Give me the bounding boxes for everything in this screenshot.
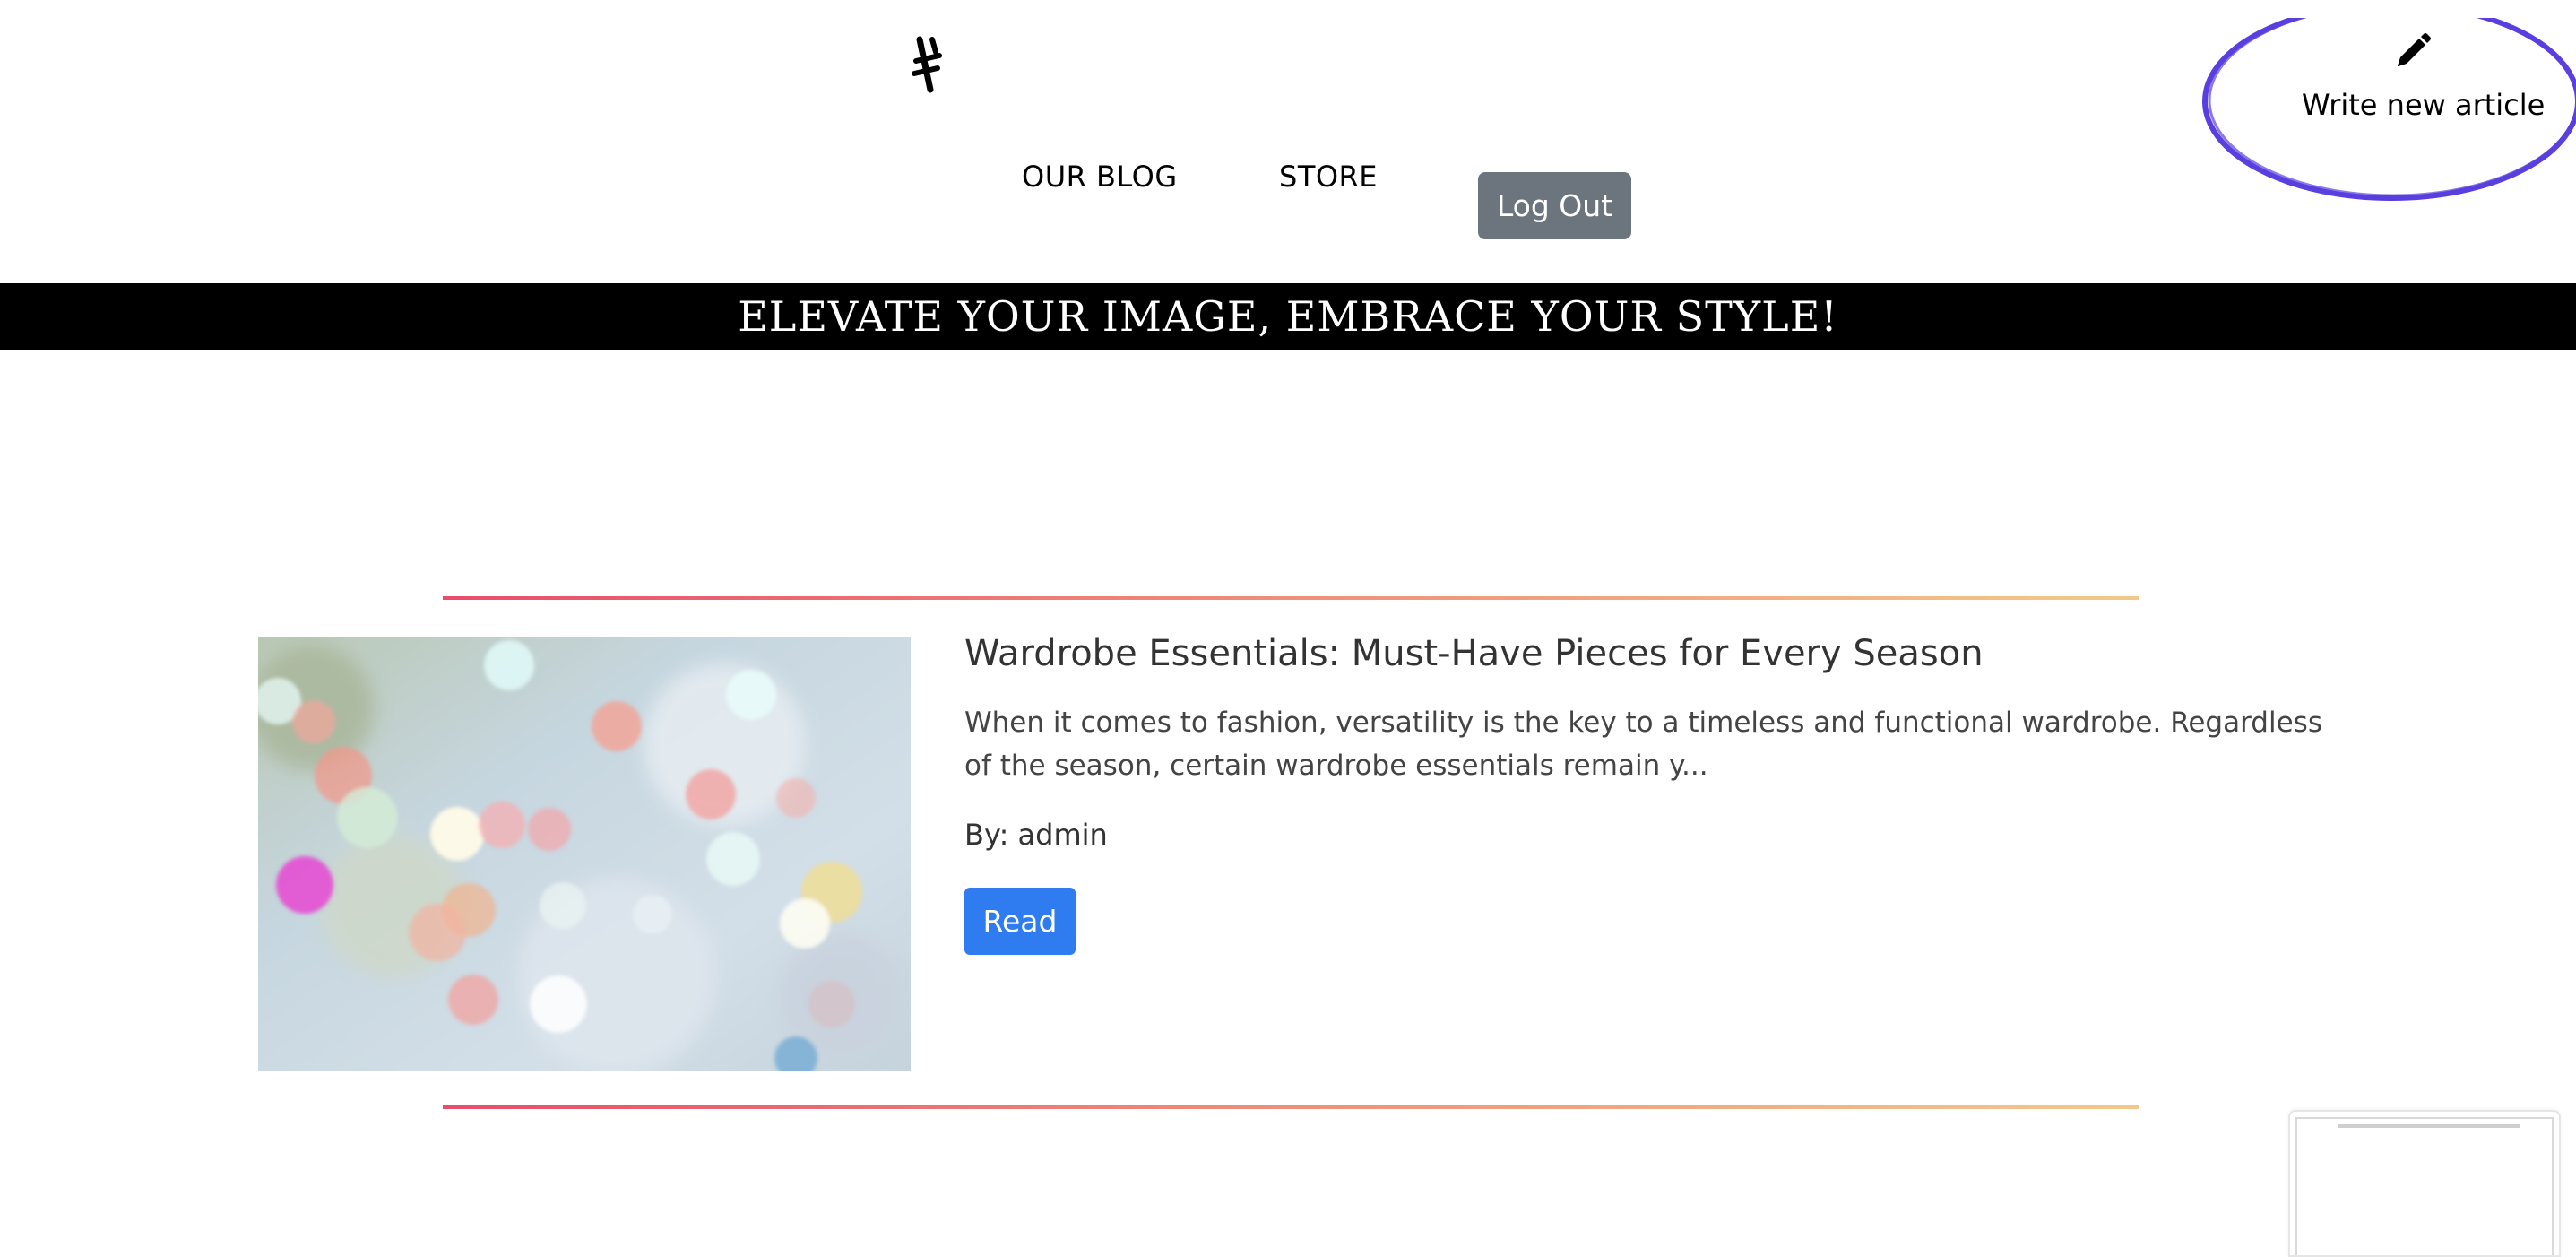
write-new-article-link[interactable]: Write new article xyxy=(2201,18,2576,206)
logout-button[interactable]: Log Out xyxy=(1478,172,1631,239)
read-button[interactable]: Read xyxy=(964,888,1076,955)
write-new-article-label: Write new article xyxy=(2302,88,2546,122)
gradient-divider xyxy=(443,1105,2139,1109)
hash-logo-icon[interactable] xyxy=(907,34,952,97)
article-author: By: admin xyxy=(964,818,1108,852)
pencil-icon xyxy=(2392,30,2433,72)
corner-widget-bar xyxy=(2338,1124,2520,1128)
article-thumbnail[interactable] xyxy=(258,637,911,1071)
nav-our-blog[interactable]: OUR BLOG xyxy=(1022,160,1178,194)
slogan-banner: ELEVATE YOUR IMAGE, EMBRACE YOUR STYLE! xyxy=(0,283,2576,350)
corner-widget-frame xyxy=(2295,1117,2554,1255)
nav-store[interactable]: STORE xyxy=(1279,160,1378,194)
article-title[interactable]: Wardrobe Essentials: Must-Have Pieces fo… xyxy=(964,633,1984,674)
banner-text: ELEVATE YOUR IMAGE, EMBRACE YOUR STYLE! xyxy=(738,292,1838,341)
corner-widget[interactable] xyxy=(2288,1110,2561,1257)
article-excerpt: When it comes to fashion, versatility is… xyxy=(964,707,2322,782)
gradient-divider xyxy=(443,596,2139,600)
